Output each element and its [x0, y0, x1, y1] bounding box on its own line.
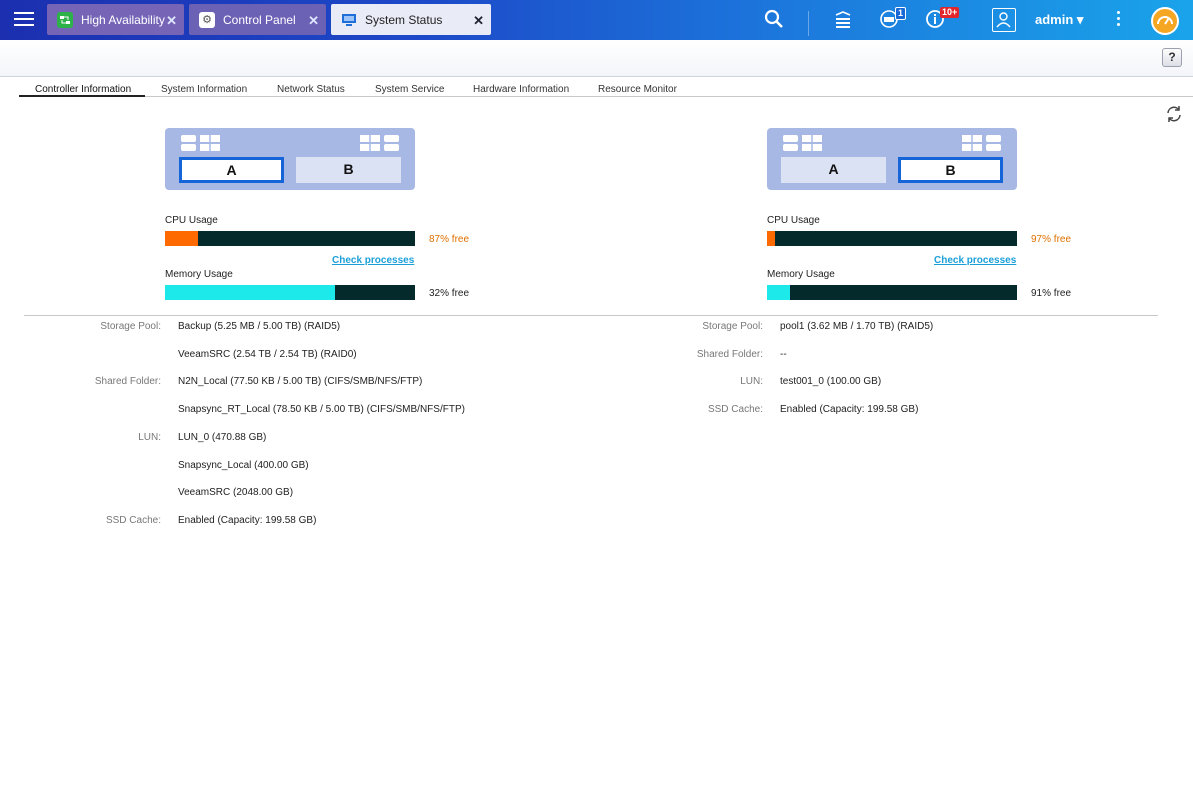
shared-folder-value: --	[780, 349, 787, 360]
shared-folder-value: Snapsync_RT_Local (78.50 KB / 5.00 TB) (…	[178, 404, 465, 415]
controller-slot-a[interactable]: A	[781, 157, 886, 183]
tab-label: High Availability	[81, 12, 165, 27]
close-icon[interactable]: ✕	[473, 13, 484, 29]
memory-usage-label: Memory Usage	[165, 269, 233, 280]
cpu-usage-bar	[767, 231, 1017, 246]
tab-high-availability[interactable]: High Availability ✕	[47, 4, 184, 35]
user-avatar-icon[interactable]	[992, 8, 1016, 32]
notification-badge: 1	[895, 7, 907, 20]
lun-value: Snapsync_Local (400.00 GB)	[178, 460, 309, 471]
cpu-usage-fill	[767, 231, 775, 246]
server-glyph-icon	[962, 135, 1001, 151]
storage-pool-value: pool1 (3.62 MB / 1.70 TB) (RAID5)	[780, 321, 934, 332]
cpu-usage-fill	[165, 231, 198, 246]
memory-usage-bar	[767, 285, 1017, 300]
more-options-icon[interactable]	[1114, 11, 1122, 29]
ssd-cache-value: Enabled (Capacity: 199.58 GB)	[178, 515, 317, 526]
external-device-icon[interactable]: 1	[878, 7, 907, 31]
tab-system-status[interactable]: System Status ✕	[331, 4, 491, 35]
controller-slot-b[interactable]: B	[296, 157, 401, 183]
lun-label: LUN:	[138, 432, 161, 443]
controller-slot-a[interactable]: A	[179, 157, 284, 183]
high-availability-icon	[57, 11, 73, 28]
cpu-usage-label: CPU Usage	[767, 215, 820, 226]
dashboard-gauge-icon[interactable]	[1151, 7, 1179, 35]
tab-label: Control Panel	[223, 12, 296, 27]
section-divider	[24, 315, 1158, 316]
close-icon[interactable]: ✕	[166, 13, 177, 29]
tab-label: System Status	[365, 12, 443, 27]
window-header	[0, 40, 1193, 77]
close-icon[interactable]: ✕	[308, 13, 319, 29]
gear-icon: ⚙	[199, 11, 215, 28]
background-tasks-icon[interactable]	[833, 9, 855, 31]
tab-system-service[interactable]: System Service	[375, 84, 444, 95]
storage-pool-value: VeeamSRC (2.54 TB / 2.54 TB) (RAID0)	[178, 349, 357, 360]
memory-usage-fill	[165, 285, 335, 300]
server-glyph-icon	[783, 135, 822, 151]
check-processes-link[interactable]: Check processes	[934, 255, 1016, 266]
user-menu[interactable]: admin ▾	[1035, 12, 1083, 28]
shared-folder-label: Shared Folder:	[696, 349, 763, 360]
tab-resource-monitor[interactable]: Resource Monitor	[598, 84, 677, 95]
main-menu-icon[interactable]	[14, 9, 34, 29]
server-glyph-icon	[181, 135, 220, 151]
lun-label: LUN:	[740, 376, 763, 387]
shared-folder-label: Shared Folder:	[94, 376, 161, 387]
memory-usage-fill	[767, 285, 790, 300]
tab-control-panel[interactable]: ⚙ Control Panel ✕	[189, 4, 326, 35]
refresh-icon[interactable]	[1164, 104, 1184, 124]
controller-slot-b[interactable]: B	[898, 157, 1003, 183]
tab-network-status[interactable]: Network Status	[277, 84, 345, 95]
cpu-free-text: 87% free	[429, 234, 470, 245]
memory-free-text: 91% free	[1031, 288, 1072, 299]
ssd-cache-label: SSD Cache:	[105, 515, 161, 526]
cpu-usage-bar	[165, 231, 415, 246]
lun-value: LUN_0 (470.88 GB)	[178, 432, 267, 443]
storage-pool-label: Storage Pool:	[702, 321, 763, 332]
controller-a-diagram: A B	[165, 128, 415, 190]
memory-usage-bar	[165, 285, 415, 300]
server-glyph-icon	[360, 135, 399, 151]
active-tab-indicator	[19, 95, 145, 97]
lun-value: test001_0 (100.00 GB)	[780, 376, 882, 387]
shared-folder-value: N2N_Local (77.50 KB / 5.00 TB) (CIFS/SMB…	[178, 376, 423, 387]
storage-pool-label: Storage Pool:	[100, 321, 161, 332]
storage-pool-value: Backup (5.25 MB / 5.00 TB) (RAID5)	[178, 321, 341, 332]
help-button[interactable]: ?	[1162, 48, 1182, 67]
tab-system-information[interactable]: System Information	[161, 84, 247, 95]
check-processes-link[interactable]: Check processes	[332, 255, 414, 266]
search-icon[interactable]	[764, 9, 786, 31]
top-bar: High Availability ✕ ⚙ Control Panel ✕ Sy…	[0, 0, 1193, 40]
info-badge: 10+	[940, 7, 960, 18]
tab-hardware-information[interactable]: Hardware Information	[473, 84, 569, 95]
event-notification-icon[interactable]: 10+	[925, 7, 960, 31]
cpu-usage-label: CPU Usage	[165, 215, 218, 226]
ssd-cache-label: SSD Cache:	[707, 404, 763, 415]
cpu-free-text: 97% free	[1031, 234, 1072, 245]
monitor-icon	[341, 12, 357, 28]
memory-usage-label: Memory Usage	[767, 269, 835, 280]
memory-free-text: 32% free	[429, 288, 470, 299]
ssd-cache-value: Enabled (Capacity: 199.58 GB)	[780, 404, 919, 415]
toolbar-divider	[808, 11, 809, 36]
controller-b-diagram: A B	[767, 128, 1017, 190]
tab-controller-information[interactable]: Controller Information	[35, 84, 131, 95]
lun-value: VeeamSRC (2048.00 GB)	[178, 487, 294, 498]
